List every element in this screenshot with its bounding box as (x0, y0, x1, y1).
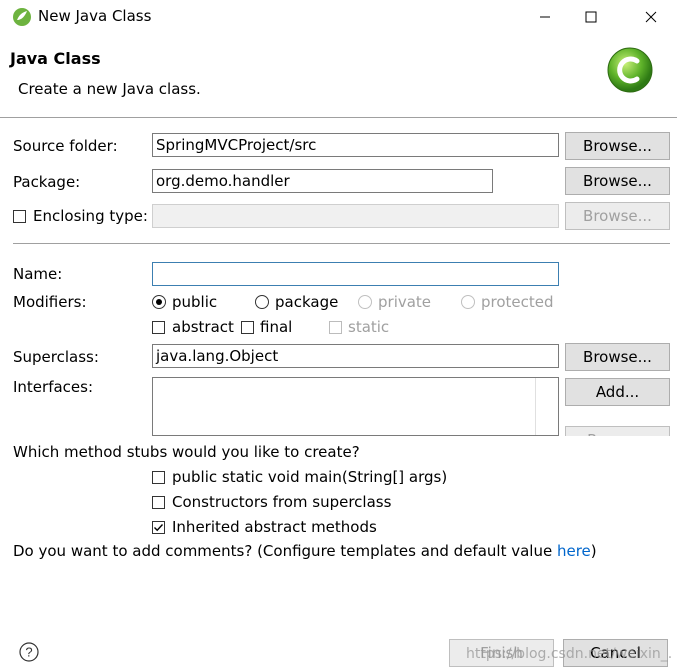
interfaces-list[interactable] (152, 377, 559, 436)
window-title: New Java Class (38, 7, 152, 25)
wizard-description: Create a new Java class. (18, 80, 201, 98)
abstract-checkbox[interactable] (152, 321, 165, 334)
name-label: Name: (13, 265, 63, 283)
private-label: private (378, 293, 432, 311)
interfaces-label: Interfaces: (13, 378, 94, 396)
separator (13, 243, 670, 244)
public-radio[interactable] (152, 295, 166, 309)
help-button[interactable]: ? (19, 642, 39, 662)
superclass-label: Superclass: (13, 348, 99, 366)
inherited-stub-label: Inherited abstract methods (172, 518, 377, 536)
name-field[interactable] (152, 262, 559, 286)
title-bar: New Java Class (0, 0, 677, 34)
public-label: public (172, 293, 218, 311)
comments-row-clip: Do you want to add comments? (Configure … (13, 542, 673, 560)
maximize-icon (585, 11, 597, 23)
package-modifier-label: package (275, 293, 339, 311)
constructors-stub-label: Constructors from superclass (172, 493, 392, 511)
source-folder-field[interactable]: SpringMVCProject/src (152, 133, 559, 157)
enclosing-type-browse-button[interactable]: Browse... (565, 202, 670, 230)
checkmark-icon (154, 524, 164, 532)
help-icon: ? (19, 642, 39, 662)
enclosing-type-label: Enclosing type: (33, 207, 148, 225)
configure-templates-link[interactable]: here (557, 542, 591, 560)
maximize-button[interactable] (568, 0, 614, 34)
final-checkbox[interactable] (241, 321, 254, 334)
protected-label: protected (481, 293, 554, 311)
superclass-browse-button[interactable]: Browse... (565, 343, 670, 371)
constructors-stub-checkbox[interactable] (152, 496, 165, 509)
comments-close-paren: ) (590, 542, 597, 560)
inherited-stub-checkbox[interactable] (152, 521, 165, 534)
watermark-text: https://blog.csdn.net/weixin_... (466, 646, 671, 662)
wizard-title: Java Class (10, 49, 101, 68)
close-icon (645, 11, 657, 23)
main-stub-label: public static void main(String[] args) (172, 468, 448, 486)
comments-question: Do you want to add comments? (Configure … (13, 542, 557, 560)
remove-interface-button[interactable]: Remove (565, 426, 670, 436)
final-label: final (260, 318, 293, 336)
package-field[interactable]: org.demo.handler (152, 169, 493, 193)
package-label: Package: (13, 173, 81, 191)
source-folder-browse-button[interactable]: Browse... (565, 132, 670, 160)
wizard-header: Java Class Create a new Java class. (0, 34, 677, 118)
minimize-button[interactable] (522, 0, 568, 34)
method-stubs-question: Which method stubs would you like to cre… (13, 443, 360, 461)
protected-radio[interactable] (461, 295, 475, 309)
svg-text:?: ? (25, 645, 32, 660)
interfaces-scrollbar[interactable] (535, 378, 558, 435)
main-stub-checkbox[interactable] (152, 471, 165, 484)
package-browse-button[interactable]: Browse... (565, 167, 670, 195)
static-label: static (348, 318, 390, 336)
enclosing-type-field[interactable] (152, 204, 559, 228)
minimize-icon (540, 16, 550, 18)
modifiers-label: Modifiers: (13, 293, 87, 311)
abstract-label: abstract (172, 318, 234, 336)
java-class-wizard-icon (606, 46, 654, 94)
close-button[interactable] (628, 0, 674, 34)
superclass-field[interactable]: java.lang.Object (152, 344, 559, 368)
add-interface-button[interactable]: Add... (565, 378, 670, 406)
private-radio[interactable] (358, 295, 372, 309)
source-folder-label: Source folder: (13, 137, 118, 155)
enclosing-type-checkbox[interactable] (13, 210, 26, 223)
spring-logo-icon (12, 7, 32, 27)
static-checkbox[interactable] (329, 321, 342, 334)
package-radio[interactable] (255, 295, 269, 309)
remove-interface-button-clip: Remove (565, 426, 670, 436)
